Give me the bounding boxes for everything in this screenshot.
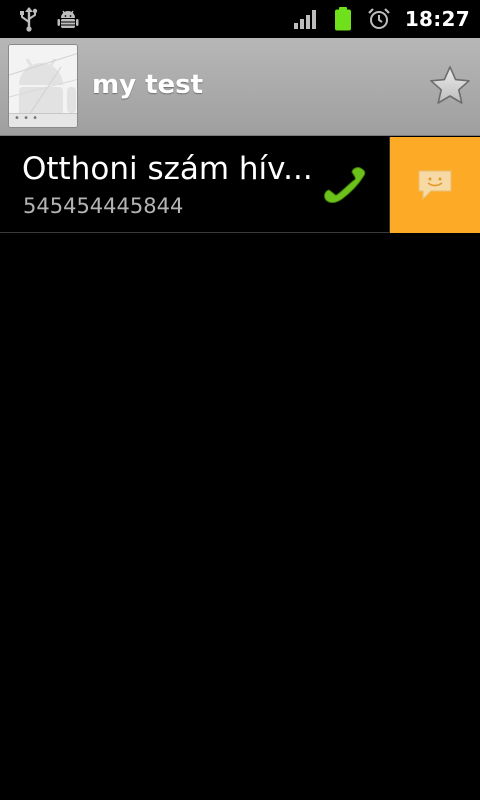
phone-handset-icon — [324, 167, 366, 203]
android-debug-icon — [56, 7, 80, 31]
sms-bubble-icon — [418, 170, 452, 201]
battery-icon — [333, 6, 353, 32]
favorite-star-button[interactable] — [428, 64, 472, 108]
signal-icon — [293, 8, 319, 30]
phone-entry-number: 545454445844 — [23, 194, 184, 218]
contact-header: • • • my test — [0, 38, 480, 136]
status-bar: 18:27 — [0, 0, 480, 38]
call-button[interactable] — [322, 163, 370, 207]
send-sms-button[interactable] — [390, 137, 480, 233]
contact-avatar[interactable]: • • • — [8, 44, 78, 128]
alarm-icon — [367, 7, 391, 31]
avatar-quick-contact-strip: • • • — [9, 113, 77, 127]
status-clock: 18:27 — [404, 7, 470, 31]
contact-name: my test — [92, 70, 204, 100]
default-contact-avatar-icon — [9, 45, 77, 115]
star-icon — [430, 66, 470, 104]
phone-entry-row[interactable]: Otthoni szám hív... 545454445844 — [0, 137, 480, 233]
usb-icon — [18, 6, 40, 32]
phone-entry-label: Otthoni szám hív... — [22, 151, 313, 187]
